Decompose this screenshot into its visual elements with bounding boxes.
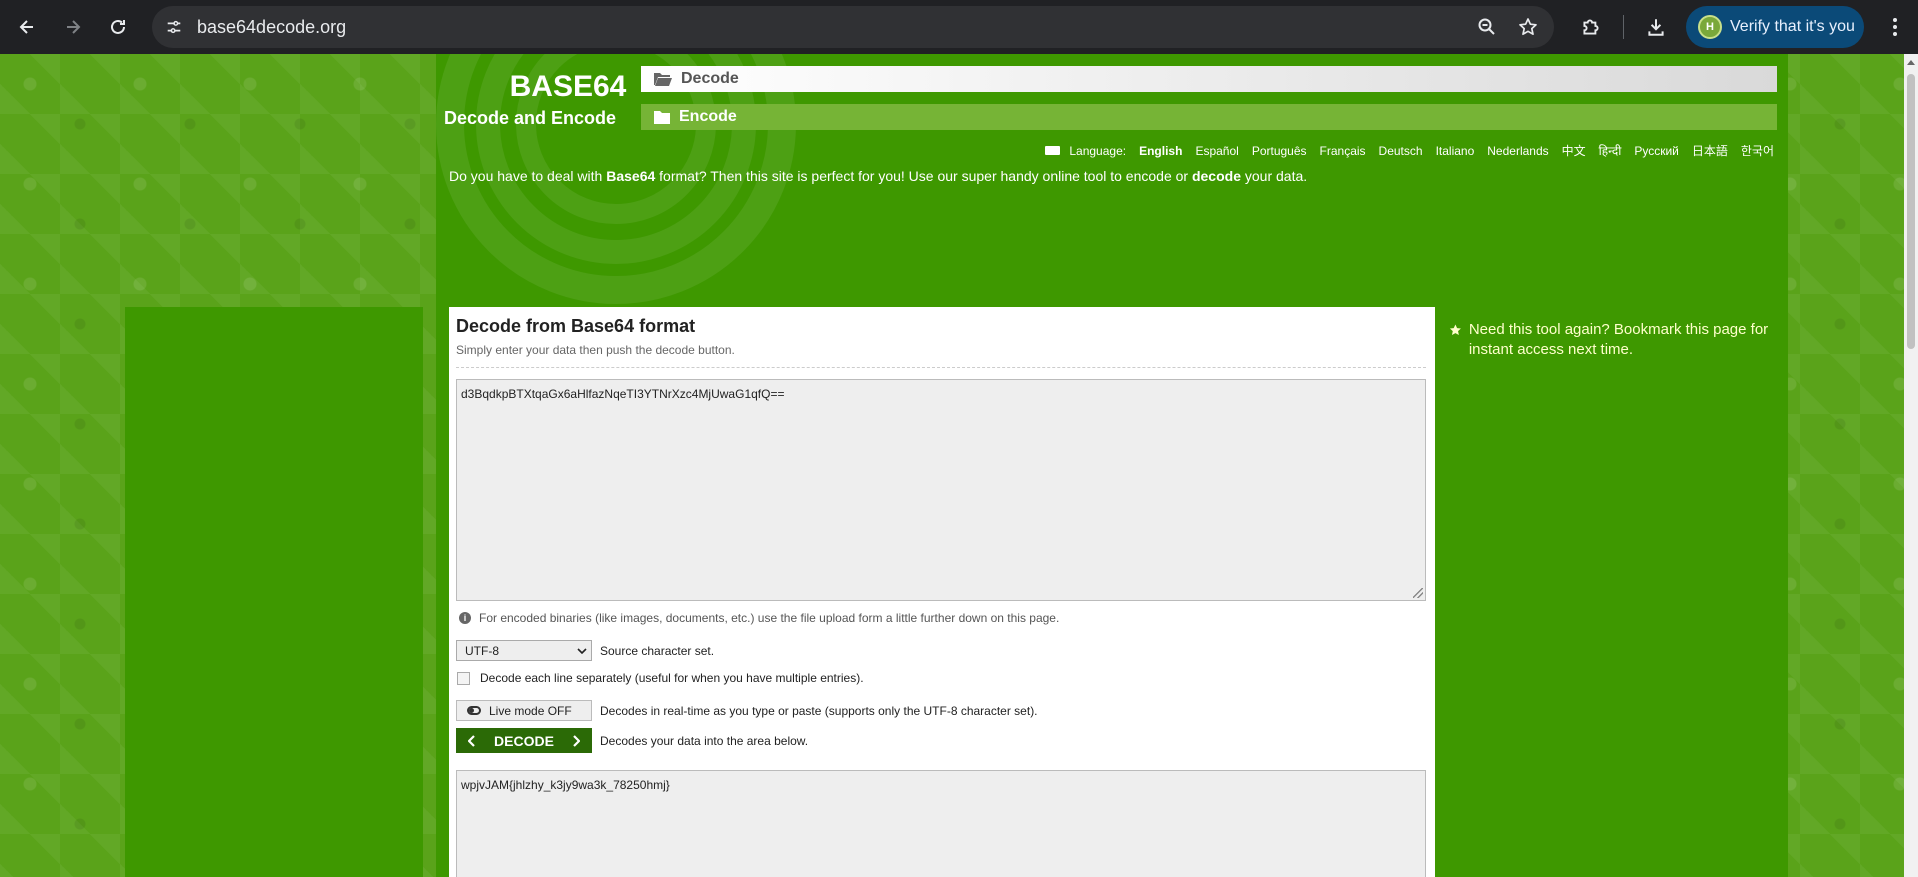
- charset-label: Source character set.: [600, 643, 715, 658]
- bookmark-star-icon[interactable]: [1516, 15, 1540, 39]
- chevron-right-icon: [573, 734, 580, 747]
- site-info-icon[interactable]: [162, 15, 186, 39]
- site-container: BASE64 Decode and Encode Decode Encode L…: [436, 54, 1788, 877]
- url-text[interactable]: base64decode.org: [197, 17, 346, 38]
- toolbar-divider: [1623, 15, 1624, 39]
- decode-panel: Decode from Base64 format Simply enter y…: [449, 307, 1435, 877]
- binary-note-text: For encoded binaries (like images, docum…: [479, 611, 1060, 625]
- nav-decode-label: Decode: [681, 70, 739, 87]
- each-line-label[interactable]: Decode each line separately (useful for …: [480, 671, 864, 685]
- language-option[interactable]: Français: [1320, 144, 1366, 158]
- reload-button[interactable]: [99, 8, 137, 46]
- avatar: H: [1698, 15, 1722, 39]
- language-option[interactable]: Español: [1195, 144, 1238, 158]
- logo-title[interactable]: BASE64: [478, 70, 658, 104]
- language-icon: [1045, 146, 1061, 155]
- output-text: wpjvJAM{jhlzhy_k3jy9wa3k_78250hmj}: [461, 778, 670, 792]
- back-arrow-icon: [19, 20, 33, 34]
- bookmark-note-text: Need this tool again? Bookmark this page…: [1468, 321, 1769, 358]
- info-icon: i: [459, 612, 471, 624]
- language-label: Language:: [1069, 143, 1127, 158]
- language-option[interactable]: 中文: [1562, 142, 1586, 159]
- logo-subtitle[interactable]: Decode and Encode: [444, 108, 624, 129]
- page-subtitle: Simply enter your data then push the dec…: [456, 343, 735, 357]
- nav-encode-label: Encode: [679, 108, 737, 125]
- language-option[interactable]: हिन्दी: [1599, 142, 1622, 159]
- live-mode-row: Live mode OFF Decodes in real-time as yo…: [456, 700, 1038, 721]
- nav-decode[interactable]: Decode: [641, 66, 1777, 92]
- scrollbar-thumb[interactable]: [1907, 74, 1915, 349]
- page-title: Decode from Base64 format: [456, 316, 696, 336]
- scroll-up-arrow-icon[interactable]: [1907, 60, 1915, 65]
- open-folder-icon: [654, 73, 672, 86]
- browser-menu-icon[interactable]: [1880, 12, 1910, 42]
- live-mode-label: Live mode OFF: [489, 703, 572, 718]
- decode-button-label: DECODE: [494, 732, 554, 749]
- back-button[interactable]: [8, 8, 46, 46]
- language-option[interactable]: Deutsch: [1379, 144, 1423, 158]
- nav-encode[interactable]: Encode: [641, 104, 1777, 130]
- charset-row: UTF-8 Source character set.: [456, 640, 714, 661]
- language-option[interactable]: Italiano: [1436, 144, 1475, 158]
- language-option[interactable]: 日本語: [1692, 142, 1728, 159]
- chevron-left-icon: [468, 734, 475, 747]
- profile-verify-button[interactable]: H Verify that it's you: [1686, 6, 1864, 48]
- language-option[interactable]: Nederlands: [1487, 144, 1548, 158]
- output-textarea[interactable]: wpjvJAM{jhlzhy_k3jy9wa3k_78250hmj}: [456, 770, 1426, 877]
- language-option[interactable]: Português: [1252, 144, 1307, 158]
- page-background: BASE64 Decode and Encode Decode Encode L…: [0, 54, 1904, 877]
- live-mode-toggle[interactable]: Live mode OFF: [456, 700, 592, 721]
- language-option[interactable]: 한국어: [1741, 142, 1774, 159]
- decode-desc: Decodes your data into the area below.: [600, 733, 809, 748]
- bookmark-note: Need this tool again? Bookmark this page…: [1449, 320, 1769, 360]
- forward-button[interactable]: [54, 8, 92, 46]
- forward-arrow-icon: [67, 20, 81, 34]
- charset-select[interactable]: UTF-8: [456, 640, 592, 661]
- intro-text: Do you have to deal with Base64 format? …: [449, 168, 1308, 184]
- each-line-row: Decode each line separately (useful for …: [456, 671, 864, 685]
- input-textarea[interactable]: d3BqdkpBTXtqaGx6aHlfazNqeTI3YTNrXzc4MjUw…: [456, 379, 1426, 601]
- zoom-icon[interactable]: [1475, 15, 1499, 39]
- address-bar[interactable]: base64decode.org: [152, 6, 1554, 48]
- page-scrollbar[interactable]: [1904, 54, 1918, 877]
- binary-note: i For encoded binaries (like images, doc…: [456, 611, 1059, 625]
- resize-handle-icon[interactable]: [1413, 588, 1423, 598]
- verify-label: Verify that it's you: [1730, 18, 1855, 35]
- star-icon: [1449, 324, 1461, 336]
- decode-button[interactable]: DECODE: [456, 728, 592, 753]
- charset-value: UTF-8: [465, 643, 499, 658]
- input-text: d3BqdkpBTXtqaGx6aHlfazNqeTI3YTNrXzc4MjUw…: [461, 387, 785, 401]
- language-bar: Language: English Español Português Fran…: [1045, 142, 1774, 159]
- decode-row: DECODE Decodes your data into the area b…: [456, 728, 808, 753]
- language-option[interactable]: Русский: [1634, 144, 1679, 158]
- each-line-checkbox[interactable]: [457, 671, 470, 685]
- folder-icon: [654, 111, 670, 124]
- left-ad-area: [125, 307, 423, 877]
- downloads-icon[interactable]: [1640, 11, 1672, 43]
- live-mode-desc: Decodes in real-time as you type or past…: [600, 703, 1038, 718]
- extensions-icon[interactable]: [1575, 11, 1607, 43]
- language-option[interactable]: English: [1139, 144, 1182, 158]
- divider: [456, 367, 1426, 368]
- chevron-down-icon: [577, 647, 587, 654]
- toggle-icon: [467, 706, 481, 715]
- reload-icon: [111, 19, 125, 34]
- browser-toolbar: base64decode.org H Verify that it's you: [0, 0, 1918, 54]
